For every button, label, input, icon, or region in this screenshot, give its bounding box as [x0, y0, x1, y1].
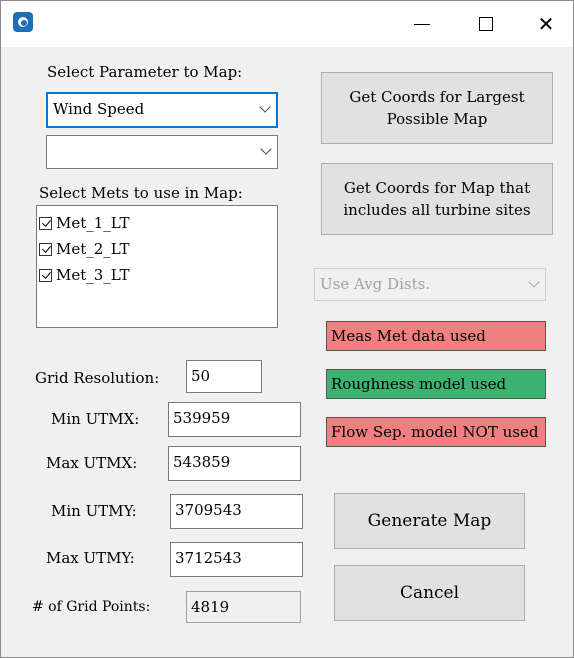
min-utmx-input[interactable]: 539959 [168, 402, 301, 437]
avg-dists-combo: Use Avg Dists. [314, 268, 546, 301]
status-roughness: Roughness model used [326, 369, 546, 399]
max-utmx-label: Max UTMX: [46, 454, 138, 472]
generate-map-button[interactable]: Generate Map [334, 493, 525, 549]
met-1-label: Met_1_LT [56, 214, 130, 232]
largest-map-button[interactable]: Get Coords for Largest Possible Map [321, 72, 553, 144]
secondary-parameter-combo[interactable] [46, 135, 278, 169]
avg-dists-combo-value: Use Avg Dists. [320, 275, 431, 293]
minimize-button[interactable] [399, 9, 445, 39]
turbine-map-button[interactable]: Get Coords for Map that includes all tur… [321, 163, 553, 235]
grid-points-readout: 4819 [186, 591, 301, 623]
status-flow-sep: Flow Sep. model NOT used [326, 417, 546, 447]
grid-resolution-input[interactable]: 50 [186, 360, 262, 393]
select-mets-label: Select Mets to use in Map: [39, 184, 243, 202]
close-icon: ✕ [537, 12, 555, 36]
min-utmy-label: Min UTMY: [51, 502, 137, 520]
met-3-label: Met_3_LT [56, 266, 130, 284]
min-utmy-input[interactable]: 3709543 [170, 494, 303, 529]
close-button[interactable]: ✕ [523, 9, 569, 39]
max-utmx-input[interactable]: 543859 [168, 446, 301, 481]
list-item-met-2[interactable]: Met_2_LT [39, 238, 130, 260]
met-3-checkbox[interactable] [39, 268, 52, 282]
met-2-checkbox[interactable] [39, 242, 52, 256]
met-2-label: Met_2_LT [56, 240, 130, 258]
minimize-icon [414, 23, 430, 25]
maximize-icon [479, 17, 493, 31]
mets-listbox[interactable]: Met_1_LT Met_2_LT Met_3_LT [36, 205, 278, 328]
select-parameter-label: Select Parameter to Map: [47, 63, 243, 81]
parameter-combo-value: Wind Speed [53, 100, 145, 118]
title-bar: ✕ [1, 1, 573, 47]
list-item-met-1[interactable]: Met_1_LT [39, 212, 130, 234]
max-utmy-input[interactable]: 3712543 [170, 542, 303, 577]
grid-points-label: # of Grid Points: [32, 599, 151, 615]
chevron-down-icon [259, 101, 271, 113]
chevron-down-icon [528, 276, 540, 288]
maximize-button[interactable] [463, 9, 509, 39]
parameter-combo[interactable]: Wind Speed [46, 92, 278, 128]
map-dialog-window: ✕ Select Parameter to Map: Wind Speed Se… [0, 0, 574, 658]
app-icon [13, 12, 33, 32]
chevron-down-icon [260, 143, 272, 155]
met-1-checkbox[interactable] [39, 216, 52, 230]
cancel-button[interactable]: Cancel [334, 565, 525, 621]
max-utmy-label: Max UTMY: [46, 549, 135, 567]
status-meas-met: Meas Met data used [326, 321, 546, 351]
grid-resolution-label: Grid Resolution: [35, 369, 160, 387]
list-item-met-3[interactable]: Met_3_LT [39, 264, 130, 286]
min-utmx-label: Min UTMX: [51, 410, 140, 428]
